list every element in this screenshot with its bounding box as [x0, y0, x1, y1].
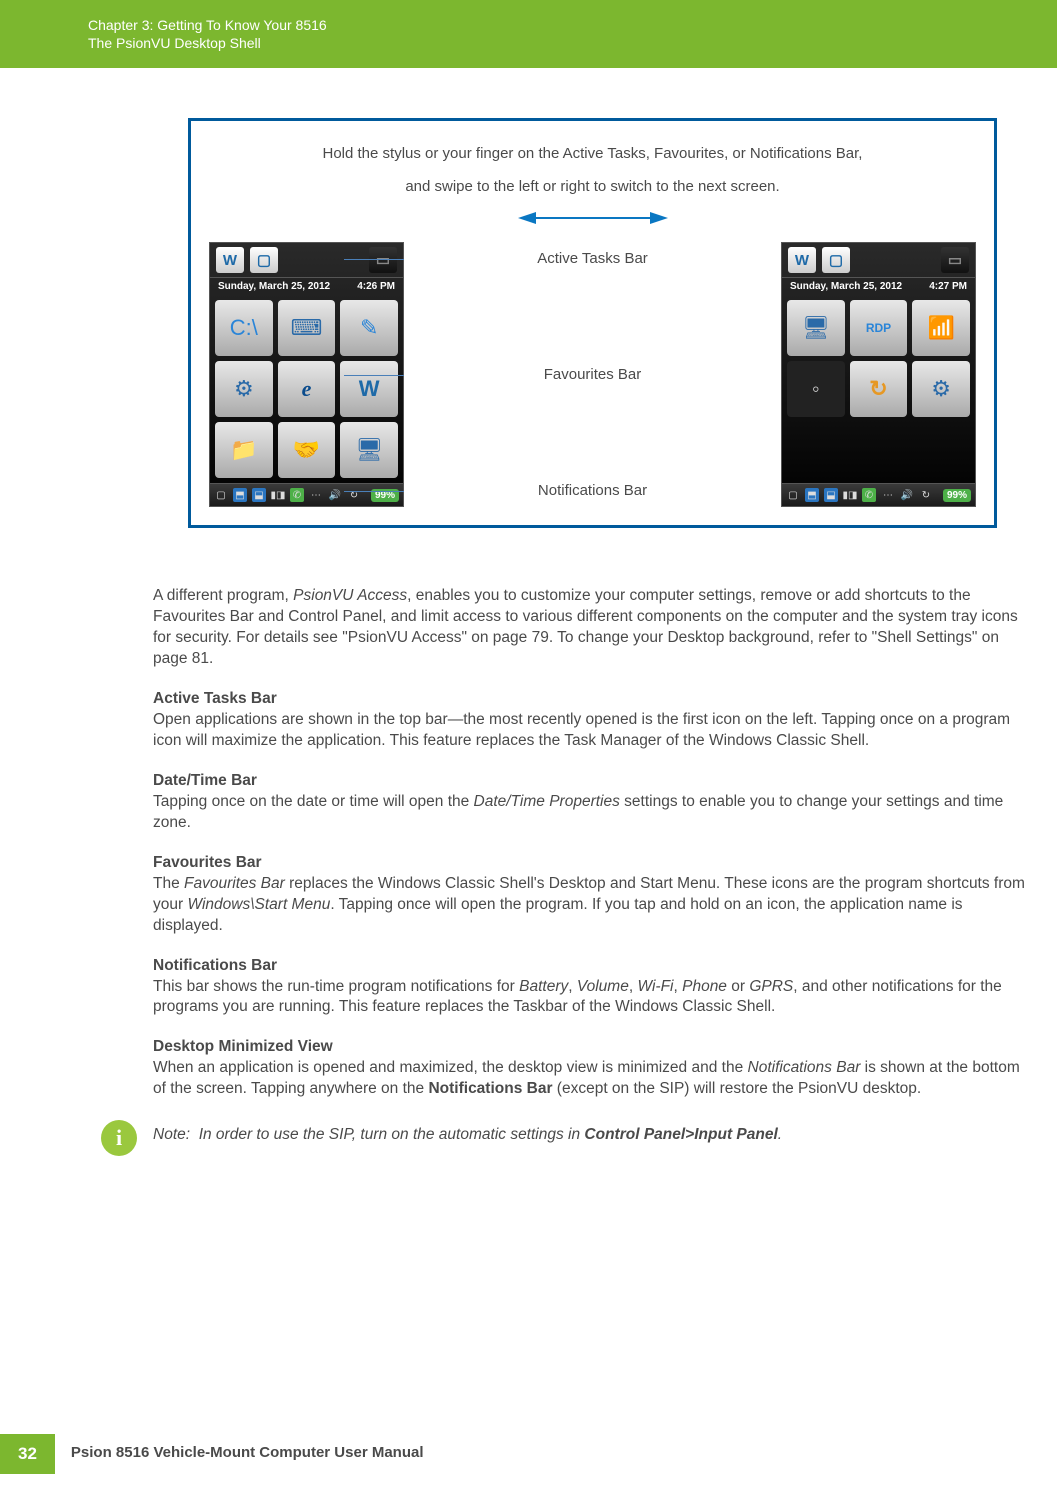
settings-icon: ⚙	[215, 361, 273, 417]
active-tasks-bar-left: W ▢ ▭	[210, 243, 403, 277]
body-favourites: The Favourites Bar replaces the Windows …	[153, 874, 1027, 937]
label-notifications: Notifications Bar	[414, 482, 771, 499]
manual-title: Psion 8516 Vehicle-Mount Computer User M…	[55, 1434, 440, 1474]
notifications-bar-left: ▢ ⬒ ⬓ ▮◨ ✆ ⋯ 🔊 ↻ 99%	[210, 483, 403, 506]
chapter-label: Chapter 3:	[88, 17, 153, 33]
ie-icon: e	[278, 361, 336, 417]
figure-diagram: Hold the stylus or your finger on the Ac…	[188, 118, 997, 528]
phone-icon: ✆	[290, 488, 304, 502]
body-desktop-minimized: When an application is opened and maximi…	[153, 1058, 1027, 1100]
datetime-bar-right: Sunday, March 25, 2012 4:27 PM	[782, 277, 975, 295]
word-icon: W	[788, 247, 816, 273]
battery-right: 99%	[943, 489, 971, 502]
word-small-icon: W	[340, 361, 398, 417]
keyboard-icon: ⌨	[278, 300, 336, 356]
kiosk-icon: 🖥	[340, 422, 398, 478]
net-icon: ⬒	[805, 488, 819, 502]
wifi-icon: 📶	[912, 300, 970, 356]
body-datetime: Tapping once on the date or time will op…	[153, 792, 1027, 834]
heading-favourites: Favourites Bar	[153, 854, 1027, 872]
word-icon: W	[216, 247, 244, 273]
arc-icon: ↻	[850, 361, 908, 417]
sip-icon: ▢	[786, 488, 800, 502]
net-icon: ⬒	[233, 488, 247, 502]
screenshot-right: W ▢ ▭ Sunday, March 25, 2012 4:27 PM 🖥 R…	[781, 242, 976, 507]
app-window-icon: ▭	[369, 247, 397, 273]
page-content: Hold the stylus or your finger on the Ac…	[0, 68, 1057, 1156]
card-icon: ⬓	[824, 488, 838, 502]
signature-icon: ✎	[340, 300, 398, 356]
time-left: 4:26 PM	[357, 281, 395, 292]
card-icon: ⬓	[252, 488, 266, 502]
swipe-arrow-icon	[209, 209, 976, 232]
label-active-tasks: Active Tasks Bar	[414, 250, 771, 267]
page-number: 32	[0, 1434, 55, 1474]
body-active-tasks: Open applications are shown in the top b…	[153, 710, 1027, 752]
time-right: 4:27 PM	[929, 281, 967, 292]
app-icon: ▢	[250, 247, 278, 273]
app-icon: ▢	[822, 247, 850, 273]
note-text: Note: In order to use the SIP, turn on t…	[153, 1120, 782, 1144]
signal-icon: ▮◨	[271, 488, 285, 502]
gear-icon: ⚙	[912, 361, 970, 417]
dots-icon: ⋯	[309, 488, 323, 502]
heading-datetime: Date/Time Bar	[153, 772, 1027, 790]
dots-icon: ⋯	[881, 488, 895, 502]
figure-caption-2: and swipe to the left or right to switch…	[209, 176, 976, 197]
handshake-icon: 🤝	[278, 422, 336, 478]
scroll-handle-icon: ◦	[787, 361, 845, 417]
heading-active-tasks: Active Tasks Bar	[153, 690, 1027, 708]
heading-notifications: Notifications Bar	[153, 957, 1027, 975]
folder-icon: 📁	[215, 422, 273, 478]
volume-icon: 🔊	[328, 488, 342, 502]
note-block: i Note: In order to use the SIP, turn on…	[101, 1120, 1027, 1156]
date-right: Sunday, March 25, 2012	[790, 281, 902, 292]
heading-desktop-minimized: Desktop Minimized View	[153, 1038, 1027, 1056]
favourites-grid-right: 🖥 RDP 📶 ◦ ↻ ⚙	[782, 295, 975, 483]
sip-icon: ▢	[214, 488, 228, 502]
kiosk-icon: 🖥	[787, 300, 845, 356]
date-left: Sunday, March 25, 2012	[218, 281, 330, 292]
notifications-bar-right: ▢ ⬒ ⬓ ▮◨ ✆ ⋯ 🔊 ↻ 99%	[782, 483, 975, 506]
signal-icon: ▮◨	[843, 488, 857, 502]
volume-icon: 🔊	[900, 488, 914, 502]
intro-paragraph: A different program, PsionVU Access, ena…	[153, 586, 1027, 670]
figure-caption-1: Hold the stylus or your finger on the Ac…	[209, 143, 976, 164]
favourites-grid-left: C:\ ⌨ ✎ ⚙ e W 📁 🤝 🖥	[210, 295, 403, 483]
sync-icon: ↻	[919, 488, 933, 502]
body-notifications: This bar shows the run-time program noti…	[153, 977, 1027, 1019]
rdp-icon: RDP	[850, 300, 908, 356]
drive-icon: C:\	[215, 300, 273, 356]
chapter-title: Getting To Know Your 8516	[157, 17, 326, 33]
label-favourites: Favourites Bar	[414, 366, 771, 383]
info-icon: i	[101, 1120, 137, 1156]
app-window-icon: ▭	[941, 247, 969, 273]
page-footer: 32 Psion 8516 Vehicle-Mount Computer Use…	[0, 1434, 1057, 1474]
datetime-bar-left: Sunday, March 25, 2012 4:26 PM	[210, 277, 403, 295]
active-tasks-bar-right: W ▢ ▭	[782, 243, 975, 277]
page-header: Chapter 3: Getting To Know Your 8516 The…	[0, 0, 1057, 68]
section-title: The PsionVU Desktop Shell	[88, 34, 1027, 52]
phone-icon: ✆	[862, 488, 876, 502]
figure-labels: Active Tasks Bar Favourites Bar Notifica…	[414, 242, 771, 507]
